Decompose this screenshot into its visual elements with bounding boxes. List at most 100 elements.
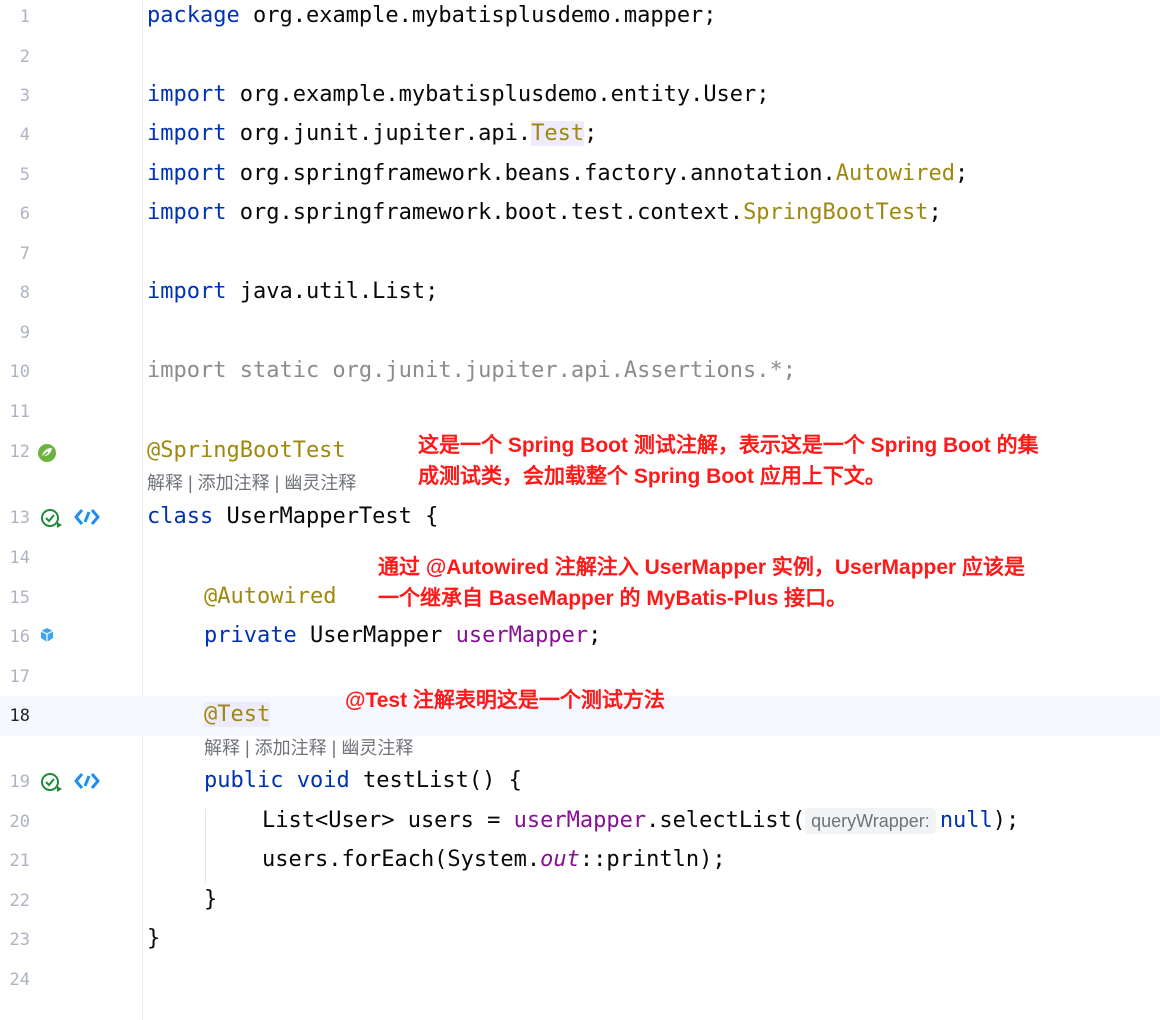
line-number: 4 [19,125,30,145]
code-text: org.springframework.boot.test.context. [239,200,744,225]
annotation: @SpringBootTest [147,438,346,463]
code-line-21[interactable]: 21 users.forEach(System.out::println); [0,841,1160,881]
code-line-23[interactable]: 23 } [0,920,1160,960]
code-text: java.util.List; [239,279,439,304]
code-line-5[interactable]: 5 import org.springframework.beans.facto… [0,155,1160,195]
ai-action-hints[interactable]: 解释 | 添加注释 | 幽灵注释 [204,735,413,761]
keyword: class [147,504,214,529]
code-line-6[interactable]: 6 import org.springframework.boot.test.c… [0,194,1160,234]
keyword: import [147,279,227,304]
line-number: 21 [9,851,30,871]
field-name: userMapper [513,808,647,833]
line-number: 24 [9,970,30,990]
keyword: package [147,3,240,28]
code-text: ; [588,623,602,648]
annotation: @Test [204,702,271,727]
code-line-9[interactable]: 9 [0,313,1160,353]
code-text: org.example.mybatisplusdemo.entity.User; [239,82,770,107]
line-number: 16 [9,627,30,647]
code-line-7[interactable]: 7 [0,234,1160,274]
class-reference: SpringBootTest [743,200,929,225]
code-line-16[interactable]: 16 private UserMapper userMapper; [0,617,1160,657]
code-text: users.forEach(System. [262,847,541,872]
type-name: UserMapper [309,623,443,648]
line-number: 1 [19,7,30,27]
code-text: List<User> users = [262,808,514,833]
line-number: 23 [9,930,30,950]
code-line-11[interactable]: 11 [0,392,1160,432]
code-line-20[interactable]: 20 List<User> users = userMapper.selectL… [0,802,1160,842]
code-line-19[interactable]: 19 public void testList() { [0,762,1160,802]
class-reference: Test [531,121,585,146]
class-reference: Autowired [835,161,955,186]
code-line-4[interactable]: 4 import org.junit.jupiter.api.Test; [0,115,1160,155]
code-line-13[interactable]: 13 class UserMapperTest { [0,498,1160,538]
line-number: 14 [9,548,30,568]
code-text: org.springframework.beans.factory.annota… [239,161,836,186]
navigate-code-icon[interactable] [74,507,100,531]
line-number: 7 [19,244,30,264]
line-number: 22 [9,891,30,911]
run-check-icon[interactable] [40,507,64,533]
line-number: 8 [19,283,30,303]
keyword: import [147,82,227,107]
line-number: 20 [9,812,30,832]
keyword: private [204,623,297,648]
code-text: UserMapperTest { [226,504,439,529]
code-line-3[interactable]: 3 import org.example.mybatisplusdemo.ent… [0,76,1160,116]
field-name: userMapper [455,623,589,648]
code-text: ; [928,200,942,225]
code-line-10[interactable]: 10 import static org.junit.jupiter.api.A… [0,352,1160,392]
spring-bean-icon[interactable] [37,443,57,467]
keyword: null [939,808,993,833]
navigate-code-icon[interactable] [74,771,100,795]
parameter-hint: queryWrapper: [805,808,936,834]
line-number: 17 [9,667,30,687]
code-text: org.example.mybatisplusdemo.mapper; [252,3,717,28]
line-number: 3 [19,86,30,106]
code-line-22[interactable]: 22 } [0,881,1160,921]
note-line: 成测试类，会加载整个 Spring Boot 应用上下文。 [418,465,886,488]
code-text: ); [992,808,1020,833]
code-text: ; [954,161,969,186]
line-number: 9 [19,323,30,343]
line-number: 11 [9,402,30,422]
line-number: 6 [19,204,30,224]
line-number: 18 [9,706,30,726]
code-editor[interactable]: 1 package org.example.mybatisplusdemo.ma… [0,0,1160,1020]
keyword: import [147,121,227,146]
code-text: ; [584,121,598,146]
code-line-24[interactable]: 24 [0,960,1160,1000]
static-field: out [540,847,580,872]
line-number: 15 [9,588,30,608]
code-line-2[interactable]: 2 [0,37,1160,77]
method-signature: testList() { [362,768,522,793]
unused-import: import static org.junit.jupiter.api.Asse… [147,358,797,383]
annotation-note-autowired: 通过 @Autowired 注解注入 UserMapper 实例，UserMap… [378,552,1025,614]
run-check-icon[interactable] [40,771,64,797]
injected-bean-icon[interactable] [39,627,55,647]
line-number: 5 [19,165,30,185]
keyword: import [147,161,227,186]
annotation-note-test: @Test 注解表明这是一个测试方法 [345,689,665,712]
code-text: ::println); [579,847,726,872]
code-text: org.junit.jupiter.api. [239,121,532,146]
annotation-note-springboottest: 这是一个 Spring Boot 测试注解，表示这是一个 Spring Boot… [418,430,1039,492]
code-line-8[interactable]: 8 import java.util.List; [0,273,1160,313]
line-number: 12 [9,442,30,462]
code-text: } [147,926,161,951]
code-text: .selectList( [646,808,806,833]
line-number: 2 [19,47,30,67]
line-number: 13 [9,508,30,528]
note-line: 一个继承自 BaseMapper 的 MyBatis-Plus 接口。 [378,587,848,610]
code-line-1[interactable]: 1 package org.example.mybatisplusdemo.ma… [0,0,1160,37]
keyword: public void [204,768,350,793]
ai-action-hints[interactable]: 解释 | 添加注释 | 幽灵注释 [147,470,356,496]
note-line: 通过 @Autowired 注解注入 UserMapper 实例，UserMap… [378,556,1026,579]
annotation: @Autowired [204,584,337,609]
keyword: import [147,200,227,225]
note-line: 这是一个 Spring Boot 测试注解，表示这是一个 Spring Boot… [418,434,1039,457]
line-number: 19 [9,772,30,792]
code-text: } [204,887,218,912]
line-number: 10 [9,362,30,382]
